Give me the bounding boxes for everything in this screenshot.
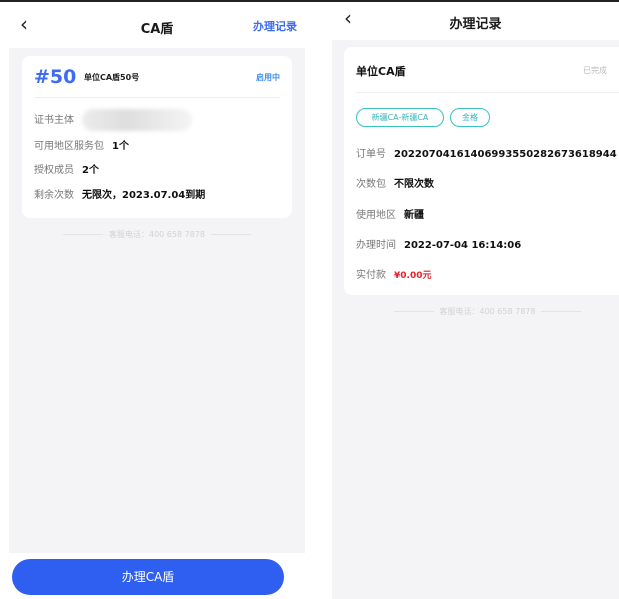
row-value: 无限次，2023.07.04到期	[82, 190, 206, 201]
tag-provider: 金格	[450, 108, 490, 127]
row-label: 次数包	[356, 179, 386, 190]
row-label: 实付款	[356, 270, 386, 281]
row-label: 可用地区服务包	[34, 141, 104, 152]
nav-bar: ‹ CA盾 办理记录	[9, 2, 305, 48]
tag-region: 新疆CA-新疆CA	[356, 108, 444, 127]
price-value: ¥0.00元	[394, 271, 432, 281]
region-row: 使用地区 新疆	[356, 206, 424, 221]
hotline-rule	[541, 311, 582, 312]
row-label: 办理时间	[356, 240, 396, 251]
row-label: 剩余次数	[34, 190, 74, 201]
hotline-rule	[393, 311, 434, 312]
record-title: 单位CA盾	[356, 65, 406, 78]
ca-shield-card[interactable]: #50 单位CA盾50号 启用中 证书主体 可用地区服务包 1个 授权成员 2个 剩…	[22, 56, 292, 218]
row-value: 不限次数	[394, 179, 434, 190]
card-divider	[34, 97, 280, 98]
row-value: 新疆	[404, 210, 424, 221]
hotline-rule	[63, 234, 103, 235]
package-row: 次数包 不限次数	[356, 175, 434, 190]
ca-shield-screen: ‹ CA盾 办理记录 #50 单位CA盾50号 启用中 证书主体 可用地区服务包…	[9, 2, 305, 599]
row-label: 订单号	[356, 149, 386, 160]
hotline-text: 客服电话：400 658 7878	[439, 307, 536, 316]
info-row-subject: 证书主体	[34, 109, 192, 131]
row-value: 20220704161406993550282673618944	[394, 149, 617, 160]
row-value: 1个	[112, 141, 129, 152]
service-hotline: 客服电话：400 658 7878	[9, 229, 305, 240]
records-link[interactable]: 办理记录	[253, 18, 297, 34]
row-value: 2022-07-04 16:14:06	[404, 240, 522, 251]
shield-name: 单位CA盾50号	[84, 73, 140, 82]
hotline-text: 客服电话：400 658 7878	[109, 230, 205, 239]
record-card[interactable]: 单位CA盾 已完成 新疆CA-新疆CA 金格 订单号 20220704161406…	[344, 47, 619, 295]
info-row-remaining: 剩余次数 无限次，2023.07.04到期	[34, 186, 205, 201]
hotline-rule	[210, 234, 251, 235]
row-label: 使用地区	[356, 210, 396, 221]
shield-number: #50	[34, 66, 77, 88]
screenshot-stage: ‹ CA盾 办理记录 #50 单位CA盾50号 启用中 证书主体 可用地区服务包…	[0, 0, 619, 599]
apply-ca-shield-button[interactable]: 办理CA盾	[12, 559, 284, 595]
info-row-members: 授权成员 2个	[34, 161, 99, 176]
redacted-value	[82, 109, 192, 131]
card-divider	[356, 92, 619, 93]
record-status: 已完成	[583, 66, 607, 75]
page-title: 办理记录	[449, 17, 502, 32]
nav-bar: ‹ 办理记录	[332, 2, 619, 40]
payment-row: 实付款 ¥0.00元	[356, 266, 431, 281]
time-row: 办理时间 2022-07-04 16:14:06	[356, 236, 521, 251]
order-number-row: 订单号 20220704161406993550282673618944	[356, 145, 617, 160]
row-label: 授权成员	[34, 165, 74, 176]
status-badge: 启用中	[256, 73, 280, 82]
records-screen: ‹ 办理记录 单位CA盾 已完成 新疆CA-新疆CA 金格 订单号 2022070…	[332, 2, 619, 599]
row-value: 2个	[82, 165, 99, 176]
service-hotline: 客服电话：400 658 7878	[344, 306, 619, 317]
info-row-region-package: 可用地区服务包 1个	[34, 137, 129, 152]
row-label: 证书主体	[34, 115, 74, 126]
